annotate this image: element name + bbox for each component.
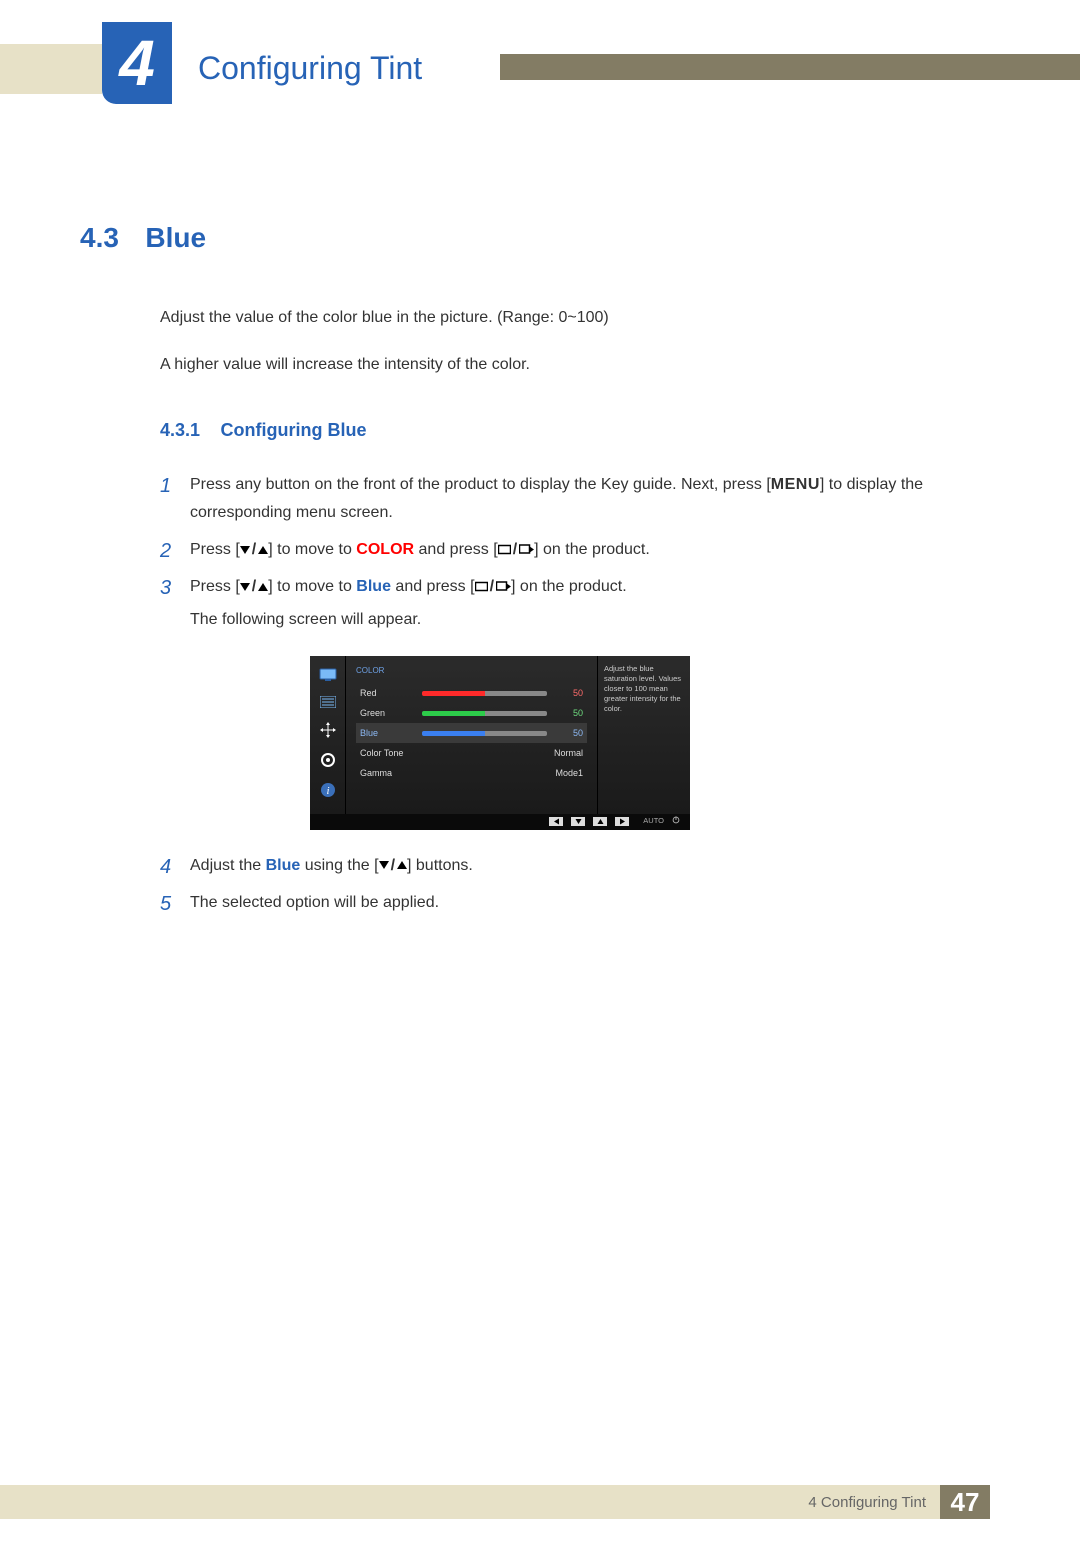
osd-green-value: 50 — [555, 706, 583, 721]
list-icon — [320, 696, 336, 708]
auto-label: AUTO — [643, 815, 664, 828]
step-number: 2 — [160, 534, 171, 568]
page-footer: 4 Configuring Tint 47 — [0, 1485, 1080, 1519]
gear-icon — [320, 752, 336, 768]
step-1-text-a: Press any button on the front of the pro… — [190, 476, 771, 493]
osd-gamma-value: Mode1 — [422, 766, 583, 781]
osd-sidebar: i — [310, 656, 346, 814]
intro-line-1: Adjust the value of the color blue in th… — [160, 304, 980, 331]
step-3-text-b: ] to move to — [268, 578, 356, 595]
osd-green-bar — [422, 711, 547, 716]
step-3-text-c: and press [ — [391, 578, 475, 595]
move-icon — [320, 722, 336, 738]
subsection-title: Configuring Blue — [221, 420, 367, 440]
osd-red-value: 50 — [555, 686, 583, 701]
osd-gamma-label: Gamma — [360, 766, 422, 781]
osd-blue-label: Blue — [360, 726, 422, 741]
footer-left-stub — [0, 1485, 108, 1519]
step-3: 3 Press [/] to move to Blue and press [/… — [160, 573, 980, 830]
osd-green-label: Green — [360, 706, 422, 721]
osd-row-colortone: Color Tone Normal — [356, 743, 587, 763]
osd-blue-value: 50 — [555, 726, 583, 741]
subsection-number: 4.3.1 — [160, 420, 200, 440]
osd-figure: i COLOR Red 50 Green — [310, 656, 980, 830]
osd-red-bar — [422, 691, 547, 696]
steps-list: 1 Press any button on the front of the p… — [160, 471, 980, 916]
osd-blue-bar — [422, 731, 547, 736]
menu-label: MENU — [771, 476, 820, 493]
step-5: 5 The selected option will be applied. — [160, 889, 980, 916]
section-title: Blue — [145, 222, 206, 253]
down-up-icon: / — [240, 573, 268, 600]
step-3-text-e: The following screen will appear. — [190, 606, 980, 633]
info-icon: i — [320, 782, 336, 798]
color-label: COLOR — [356, 541, 414, 558]
osd-panel: i COLOR Red 50 Green — [310, 656, 690, 830]
step-2: 2 Press [/] to move to COLOR and press [… — [160, 536, 980, 563]
nav-down-icon — [571, 817, 585, 826]
down-up-icon: / — [379, 852, 407, 879]
osd-row-blue: Blue 50 — [356, 723, 587, 743]
nav-right-icon — [615, 817, 629, 826]
page-number: 47 — [940, 1485, 990, 1519]
osd-red-label: Red — [360, 686, 422, 701]
chapter-title: Configuring Tint — [198, 50, 422, 87]
nav-up-icon — [593, 817, 607, 826]
down-up-icon: / — [240, 536, 268, 563]
blue-label: Blue — [356, 578, 391, 595]
step-number: 4 — [160, 850, 171, 884]
osd-help-text: Adjust the blue saturation level. Values… — [598, 656, 690, 814]
subsection-heading: 4.3.1 Configuring Blue — [160, 420, 980, 441]
header-right-bar — [500, 54, 1080, 80]
osd-header-label: COLOR — [356, 664, 587, 678]
step-number: 3 — [160, 571, 171, 605]
osd-colortone-value: Normal — [422, 746, 583, 761]
section-intro: Adjust the value of the color blue in th… — [160, 304, 980, 378]
step-4-text-c: ] buttons. — [407, 857, 473, 874]
rect-enter-icon: / — [475, 573, 511, 600]
chapter-number-box: 4 — [102, 22, 172, 104]
nav-left-icon — [549, 817, 563, 826]
step-number: 5 — [160, 887, 171, 921]
page-header: 4 Configuring Tint — [0, 22, 1080, 112]
power-icon — [672, 814, 680, 829]
osd-colortone-label: Color Tone — [360, 746, 422, 761]
step-2-text-a: Press [ — [190, 541, 240, 558]
step-2-text-d: ] on the product. — [534, 541, 650, 558]
intro-line-2: A higher value will increase the intensi… — [160, 351, 980, 378]
step-1: 1 Press any button on the front of the p… — [160, 471, 980, 525]
svg-text:i: i — [326, 785, 329, 797]
section-number: 4.3 — [80, 222, 119, 253]
step-4: 4 Adjust the Blue using the [/] buttons. — [160, 852, 980, 879]
content-area: 4.3 Blue Adjust the value of the color b… — [80, 222, 980, 916]
rect-enter-icon: / — [498, 536, 534, 563]
footer-label: 4 Configuring Tint — [108, 1485, 940, 1519]
monitor-icon — [319, 668, 337, 682]
blue-label: Blue — [266, 857, 301, 874]
header-left-stub — [0, 44, 102, 94]
step-3-text-a: Press [ — [190, 578, 240, 595]
osd-row-red: Red 50 — [356, 683, 587, 703]
osd-row-gamma: Gamma Mode1 — [356, 763, 587, 783]
osd-row-green: Green 50 — [356, 703, 587, 723]
step-3-text-d: ] on the product. — [511, 578, 627, 595]
osd-center: COLOR Red 50 Green 50 — [346, 656, 598, 814]
step-5-text: The selected option will be applied. — [190, 894, 439, 911]
step-2-text-b: ] to move to — [268, 541, 356, 558]
osd-footer: AUTO — [310, 814, 690, 830]
step-2-text-c: and press [ — [414, 541, 498, 558]
footer-right-stub — [990, 1485, 1080, 1519]
step-number: 1 — [160, 469, 171, 503]
step-4-text-a: Adjust the — [190, 857, 266, 874]
step-4-text-b: using the [ — [300, 857, 378, 874]
section-heading: 4.3 Blue — [80, 222, 980, 254]
